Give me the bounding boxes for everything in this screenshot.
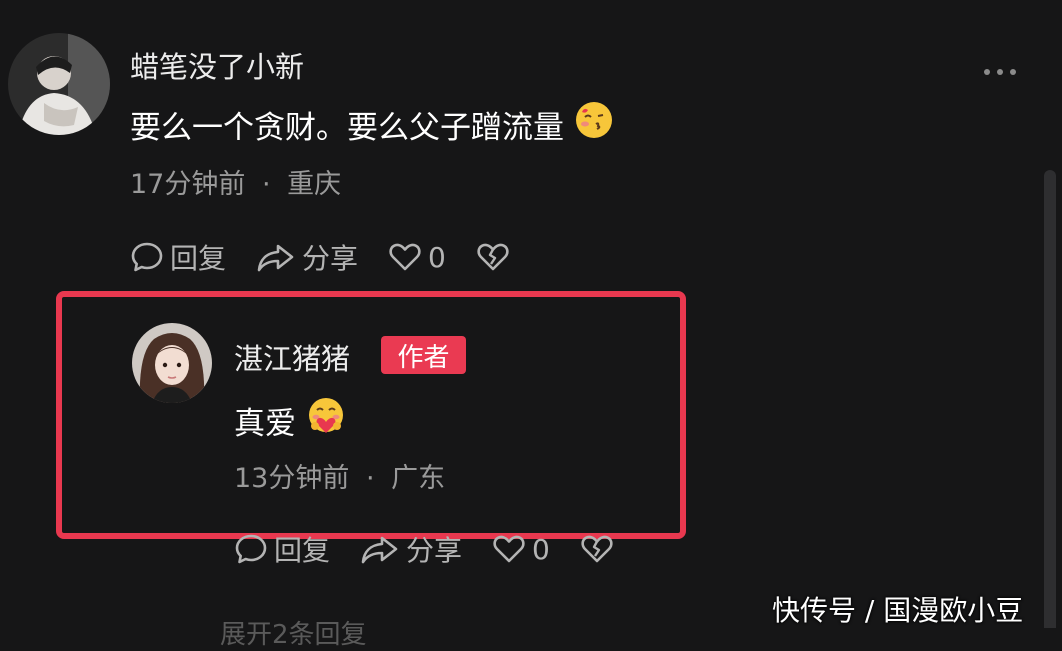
like-count: 0 (532, 532, 550, 566)
like-button[interactable]: 0 (492, 533, 550, 566)
reply-label: 回复 (274, 534, 331, 567)
reply-meta: 13分钟前 · 广东 (234, 456, 445, 495)
author-username[interactable]: 湛江猪猪 (234, 336, 350, 378)
commenter-avatar-image (8, 33, 110, 135)
dislike-button[interactable] (580, 533, 620, 565)
commenter-username[interactable]: 蜡笔没了小新 (130, 44, 304, 86)
comment-text: 要么一个贪财。要么父子蹭流量 (130, 100, 614, 148)
broken-heart-icon (477, 243, 509, 271)
commenter-avatar[interactable] (8, 33, 110, 135)
share-arrow-icon (257, 244, 294, 272)
meta-separator: · (261, 169, 271, 200)
blushing-kiss-emoji-icon (574, 100, 614, 148)
reply-text-body: 真爱 (234, 405, 296, 442)
like-count: 0 (428, 240, 446, 274)
share-label: 分享 (302, 242, 359, 275)
share-label: 分享 (406, 534, 463, 567)
watermark: 快传号 / 国漫欧小豆 (772, 594, 1024, 627)
reply-button[interactable]: 回复 (234, 529, 330, 569)
meta-separator: · (365, 463, 375, 494)
reply-time: 13分钟前 (234, 463, 350, 494)
dislike-button[interactable] (476, 241, 516, 273)
broken-heart-icon (581, 535, 613, 563)
reply-label: 回复 (170, 242, 227, 275)
heart-outline-icon (493, 535, 525, 563)
comment-location: 重庆 (287, 169, 342, 200)
scrollbar[interactable] (1044, 170, 1056, 628)
share-button[interactable]: 分享 (256, 237, 358, 277)
expand-replies-link[interactable]: 展开2条回复 (220, 614, 367, 651)
author-badge: 作者 (381, 336, 466, 374)
more-options-icon[interactable] (984, 69, 1016, 75)
comment-actions: 回复 分享 0 (130, 237, 516, 277)
reply-actions: 回复 分享 0 (234, 529, 620, 569)
comment-text-body: 要么一个贪财。要么父子蹭流量 (130, 109, 564, 146)
author-avatar-image (132, 323, 212, 403)
like-button[interactable]: 0 (388, 241, 446, 274)
reply-button[interactable]: 回复 (130, 237, 226, 277)
share-button[interactable]: 分享 (360, 529, 462, 569)
reply-text: 真爱 (234, 396, 346, 444)
reply-location: 广东 (391, 463, 446, 494)
comment-meta: 17分钟前 · 重庆 (130, 162, 341, 201)
author-avatar[interactable] (132, 323, 212, 403)
heart-outline-icon (389, 243, 421, 271)
share-arrow-icon (361, 536, 398, 564)
comment-time: 17分钟前 (130, 169, 246, 200)
heart-hug-emoji-icon (306, 396, 346, 444)
reply-bubble-icon (235, 534, 267, 564)
reply-bubble-icon (131, 242, 163, 272)
